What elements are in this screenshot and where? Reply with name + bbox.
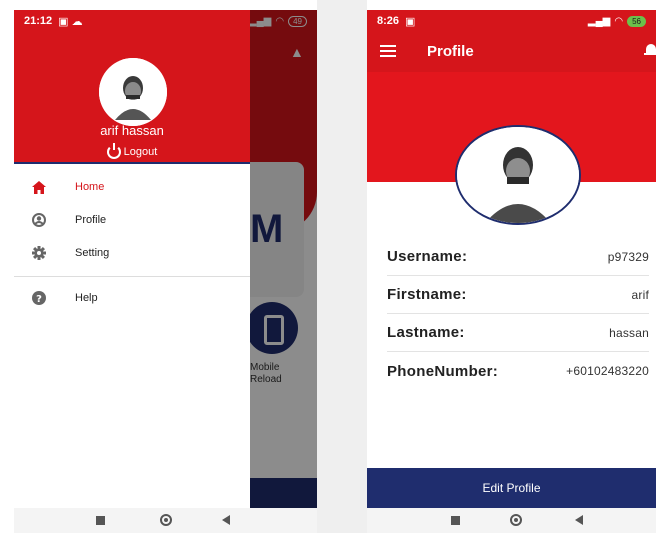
bell-icon[interactable] — [643, 42, 656, 58]
user-name: arif hassan — [100, 123, 164, 138]
phone-value: +60102483220 — [566, 364, 649, 378]
firstname-value: arif — [631, 287, 649, 302]
gear-icon — [32, 246, 46, 260]
account-circle-icon — [32, 213, 46, 227]
profile-avatar — [455, 125, 581, 225]
menu-label-home: Home — [75, 181, 105, 193]
lastname-value: hassan — [609, 325, 649, 340]
back-button-right[interactable] — [575, 515, 583, 525]
status-time-right: 8:26 — [377, 15, 400, 27]
back-button[interactable] — [222, 515, 230, 525]
logout-label: Logout — [123, 146, 158, 158]
notification-icons-right: ▣ — [405, 15, 416, 28]
menu-item-profile[interactable]: Profile — [14, 206, 250, 234]
svg-text:?: ? — [36, 294, 42, 305]
phone-label: PhoneNumber: — [387, 362, 499, 380]
lastname-row: Lastname: hassan — [387, 314, 649, 352]
username-value: p97329 — [607, 249, 649, 264]
system-nav-bar-right — [367, 508, 656, 533]
home-icon — [32, 180, 46, 194]
drawer-status-bar: 21:12 ▣ ☁ — [14, 10, 250, 32]
app-bar: Profile — [367, 32, 656, 72]
menu-item-help[interactable]: ? Help — [14, 284, 250, 312]
logout-button[interactable]: Logout — [14, 143, 250, 159]
menu-label-setting: Setting — [75, 247, 110, 259]
username-row: Username: p97329 — [387, 238, 649, 276]
power-icon — [106, 143, 121, 159]
status-bar-right: 8:26 ▣ ▂▄▆ ◠ 56 — [367, 10, 656, 32]
lastname-label: Lastname: — [387, 324, 465, 341]
menu-label-help: Help — [75, 292, 98, 304]
drawer-status-time: 21:12 — [24, 15, 53, 27]
edit-profile-button[interactable]: Edit Profile — [367, 468, 656, 508]
screenshot-stage: ▲ M Mobile Reload 21:12 ▣ ☁ ▂▄▆ ◠ 49 21:… — [0, 0, 656, 533]
navigation-drawer: 21:12 ▣ ☁ arif hassan Logout Home Profil… — [14, 10, 250, 508]
help-circle-icon: ? — [32, 291, 46, 305]
phone-row: PhoneNumber: +60102483220 — [387, 352, 649, 390]
drawer-header: 21:12 ▣ ☁ arif hassan Logout — [14, 10, 250, 164]
menu-item-setting[interactable]: Setting — [14, 239, 250, 267]
system-nav-bar — [14, 508, 317, 533]
firstname-label: Firstname: — [387, 286, 467, 303]
left-phone-screen: ▲ M Mobile Reload 21:12 ▣ ☁ ▂▄▆ ◠ 49 21:… — [14, 10, 317, 533]
avatar — [99, 58, 167, 126]
signal-icon-right: ▂▄▆ — [587, 15, 611, 27]
drawer-notification-icons: ▣ ☁ — [58, 15, 83, 28]
battery-icon-right: 56 — [627, 15, 646, 27]
recents-button-right[interactable] — [451, 516, 460, 525]
home-button[interactable] — [160, 514, 172, 526]
menu-item-home[interactable]: Home — [14, 173, 250, 201]
recents-button[interactable] — [96, 516, 105, 525]
menu-icon[interactable] — [380, 45, 396, 57]
menu-divider — [14, 276, 250, 277]
home-button-right[interactable] — [510, 514, 522, 526]
page-title: Profile — [427, 43, 474, 60]
wifi-icon-right: ◠ — [614, 15, 624, 27]
firstname-row: Firstname: arif — [387, 276, 649, 314]
divider-gap — [317, 0, 367, 533]
right-phone-screen: 8:26 ▣ ▂▄▆ ◠ 56 Profile Username: p97329… — [367, 10, 656, 533]
menu-label-profile: Profile — [75, 214, 107, 226]
status-right-icons: ▂▄▆ ◠ 56 — [587, 15, 646, 27]
username-label: Username: — [387, 248, 468, 265]
